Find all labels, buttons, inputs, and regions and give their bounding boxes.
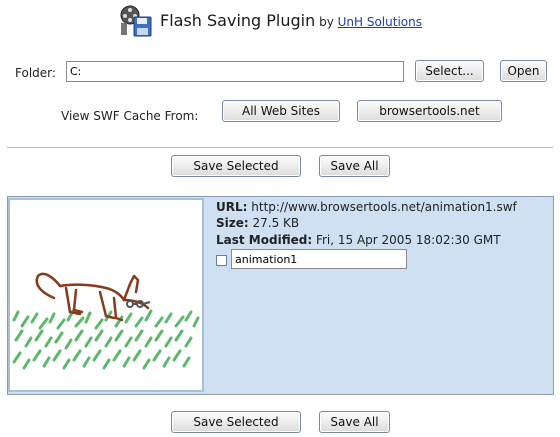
modified-line: Last Modified: Fri, 15 Apr 2005 18:02:30… [216,233,501,247]
url-value: http://www.browsertools.net/animation1.s… [251,200,517,214]
cache-source-label: View SWF Cache From: [61,109,199,123]
item-name-input[interactable] [231,249,407,269]
url-label: URL: [216,200,248,214]
author-link[interactable]: UnH Solutions [338,15,422,29]
by-label: by [319,15,334,29]
save-all-button-bottom[interactable]: Save All [319,411,390,433]
save-selected-button-top[interactable]: Save Selected [171,155,301,177]
open-folder-button[interactable]: Open [500,60,547,82]
folder-label: Folder: [15,66,56,80]
app-title: Flash Saving Plugin [160,11,316,30]
modified-value: Fri, 15 Apr 2005 18:02:30 GMT [315,233,501,247]
save-all-button-top[interactable]: Save All [319,155,390,177]
save-selected-button-bottom[interactable]: Save Selected [171,411,301,433]
size-value: 27.5 KB [252,216,300,230]
select-item-checkbox[interactable] [216,255,227,266]
divider [7,147,553,148]
modified-label: Last Modified: [216,233,313,247]
size-line: Size: 27.5 KB [216,216,299,230]
url-line: URL: http://www.browsertools.net/animati… [216,200,517,214]
swf-thumbnail [8,198,204,392]
folder-input[interactable] [66,61,404,82]
select-folder-button[interactable]: Select... [415,60,484,82]
all-web-sites-button[interactable]: All Web Sites [222,100,340,122]
site-filter-button[interactable]: browsertools.net [357,100,502,122]
app-logo-icon [120,5,152,37]
size-label: Size: [216,216,249,230]
